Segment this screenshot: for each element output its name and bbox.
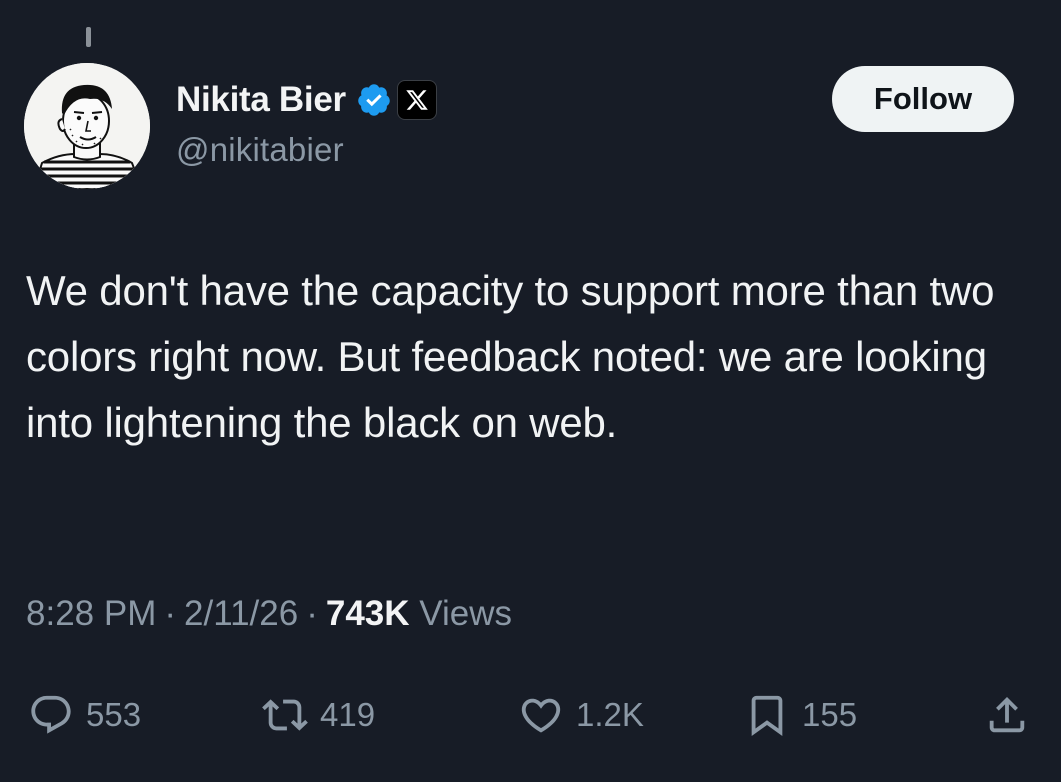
- bookmark-count: 155: [802, 696, 858, 733]
- tweet-date[interactable]: 2/11/26: [184, 594, 298, 633]
- meta-separator: ·: [164, 594, 177, 633]
- author-name-row: Nikita Bier: [176, 78, 437, 122]
- avatar-illustration: [24, 63, 150, 189]
- share-icon: [989, 696, 1025, 733]
- tweet-text: We don't have the capacity to support mo…: [26, 267, 995, 446]
- like-count: 1.2K: [576, 696, 644, 733]
- repost-count: 419: [320, 696, 376, 733]
- repost-icon: [262, 699, 308, 731]
- tweet-metadata: 8:28 PM · 2/11/26 · 743K Views: [26, 594, 512, 634]
- views-count[interactable]: 743K: [326, 594, 410, 633]
- follow-button[interactable]: Follow: [832, 66, 1014, 132]
- avatar[interactable]: [24, 63, 150, 189]
- author-display-name[interactable]: Nikita Bier: [176, 80, 346, 120]
- bookmark-icon: [751, 695, 783, 736]
- reply-count: 553: [86, 696, 142, 733]
- like-button[interactable]: 1.2K: [518, 680, 644, 750]
- reply-icon: [31, 695, 71, 734]
- verified-badge-icon[interactable]: [356, 82, 392, 118]
- heart-icon: [521, 698, 561, 733]
- reply-button[interactable]: 553: [28, 680, 141, 750]
- thread-connector-line: [86, 27, 91, 47]
- tweet-time[interactable]: 8:28 PM: [26, 594, 156, 633]
- author-handle[interactable]: @nikitabier: [176, 131, 344, 169]
- repost-button[interactable]: 419: [262, 680, 375, 750]
- meta-separator: ·: [306, 594, 318, 633]
- share-button[interactable]: [984, 680, 1030, 750]
- views-label[interactable]: Views: [419, 594, 512, 633]
- bookmark-button[interactable]: 155: [744, 680, 857, 750]
- tweet-actions-bar: 553 419 1.2K 155: [0, 680, 1061, 750]
- x-logo-icon[interactable]: [396, 80, 437, 120]
